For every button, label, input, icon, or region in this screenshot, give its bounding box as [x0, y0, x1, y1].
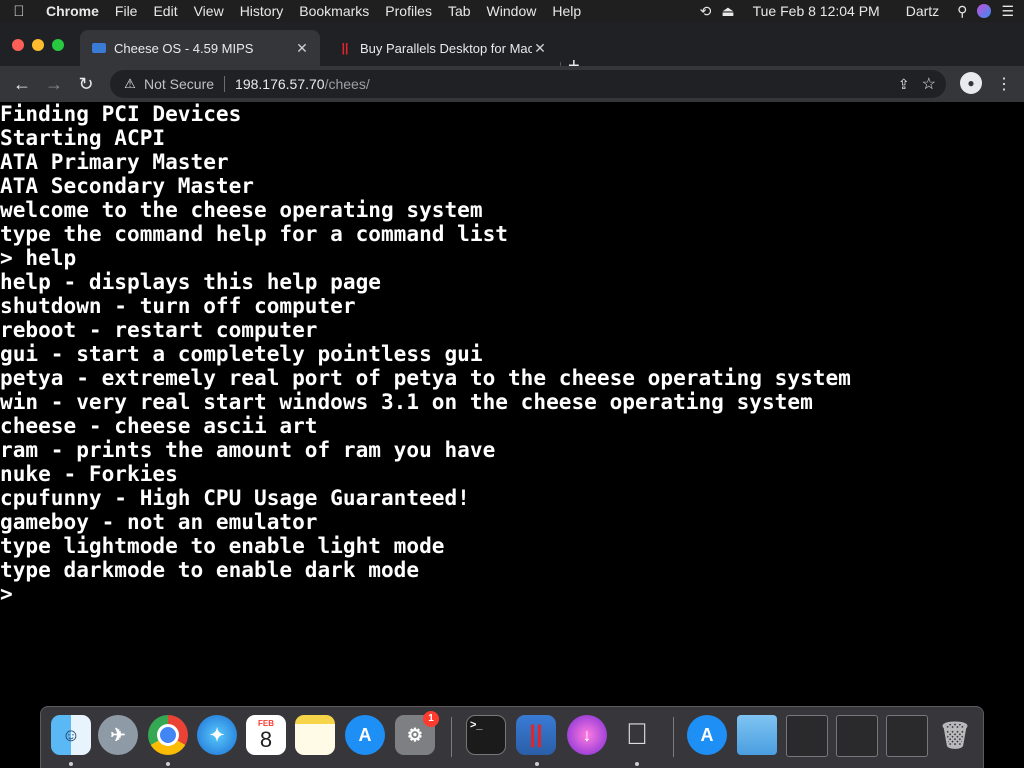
parallels-macos-icon[interactable]:  — [617, 715, 657, 755]
share-icon[interactable]: ⇪ — [898, 76, 910, 93]
calendar-day: 8 — [259, 726, 273, 752]
tab-parallels[interactable]: || Buy Parallels Desktop for Mac ✕ — [326, 30, 558, 66]
search-icon[interactable]: ⚲ — [957, 3, 967, 20]
more-menu-icon[interactable]: ⋮ — [996, 74, 1012, 94]
close-tab-icon[interactable]: ✕ — [294, 40, 310, 57]
launchpad-icon[interactable]: ✈ — [98, 715, 138, 755]
terminal-line: type darkmode to enable dark mode — [0, 557, 420, 582]
running-indicator — [535, 762, 539, 766]
menu-app-name[interactable]: Chrome — [38, 0, 107, 22]
terminal-line: petya - extremely real port of petya to … — [0, 365, 851, 390]
installer-icon[interactable]: ↓ — [567, 715, 607, 755]
terminal-line: help - displays this help page — [0, 269, 381, 294]
user-name[interactable]: Dartz — [898, 0, 947, 22]
menu-profiles[interactable]: Profiles — [377, 0, 440, 22]
window-thumbnail-icon[interactable] — [886, 715, 928, 757]
terminal-line: shutdown - turn off computer — [0, 293, 356, 318]
not-secure-label[interactable]: Not Secure — [144, 76, 214, 92]
parallels-windows-icon[interactable]: || — [516, 715, 556, 755]
terminal-line: Starting ACPI — [0, 125, 166, 150]
notes-icon[interactable] — [295, 715, 335, 755]
system-preferences-icon[interactable]: ⚙ 1 — [395, 711, 439, 755]
date-time[interactable]: Tue Feb 8 12:04 PM — [745, 0, 888, 22]
window-controls — [12, 39, 64, 51]
menu-history[interactable]: History — [232, 0, 292, 22]
dock-divider — [451, 717, 452, 757]
dock: ☺ ✈ ✦ FEB 8 A ⚙ 1 >_ || ↓  A 🗑 — [40, 706, 984, 768]
safari-icon[interactable]: ✦ — [197, 715, 237, 755]
terminal-line: ram - prints the amount of ram you have — [0, 437, 496, 462]
close-tab-icon[interactable]: ✕ — [532, 40, 548, 57]
menu-bookmarks[interactable]: Bookmarks — [291, 0, 377, 22]
window-thumbnail-icon[interactable] — [786, 715, 828, 757]
terminal-line: cheese - cheese ascii art — [0, 413, 318, 438]
terminal-prompt[interactable]: > — [0, 582, 1024, 606]
browser-toolbar: ← → ↻ ⚠ Not Secure 198.176.57.70/chees/ … — [0, 66, 1024, 102]
apple-menu-icon[interactable]:  — [0, 3, 38, 20]
terminal-line: ATA Secondary Master — [0, 173, 254, 198]
dock-divider — [673, 717, 674, 757]
terminal-line: welcome to the cheese operating system — [0, 197, 483, 222]
address-bar[interactable]: ⚠ Not Secure 198.176.57.70/chees/ ⇪ ☆ — [110, 70, 946, 98]
menu-bar:  Chrome File Edit View History Bookmark… — [0, 0, 1024, 22]
trash-icon[interactable]: 🗑 — [935, 715, 975, 755]
tab-title: Cheese OS - 4.59 MIPS — [114, 40, 254, 56]
siri-icon[interactable] — [977, 4, 992, 18]
terminal-line: type lightmode to enable light mode — [0, 533, 445, 558]
parallels-icon: || — [341, 41, 349, 55]
menu-view[interactable]: View — [186, 0, 232, 22]
terminal-line: > help — [0, 245, 77, 270]
url-path[interactable]: /chees/ — [325, 76, 370, 92]
zoom-window-button[interactable] — [52, 39, 64, 51]
monitor-icon — [92, 43, 106, 53]
close-window-button[interactable] — [12, 39, 24, 51]
app-store-download-icon[interactable]: A — [687, 715, 727, 755]
menu-file[interactable]: File — [107, 0, 146, 22]
terminal-line: gameboy - not an emulator — [0, 509, 318, 534]
terminal-line: cpufunny - High CPU Usage Guaranteed! — [0, 485, 470, 510]
menu-window[interactable]: Window — [479, 0, 545, 22]
eject-icon[interactable]: ⏏ — [721, 3, 734, 20]
terminal-line: type the command help for a command list — [0, 221, 508, 246]
terminal-screen[interactable]: Finding PCI Devices Starting ACPI ATA Pr… — [0, 102, 1024, 706]
back-arrow-icon[interactable]: ← — [6, 74, 38, 95]
profile-avatar-icon[interactable]: ● — [960, 72, 982, 94]
forward-arrow-icon[interactable]: → — [38, 74, 70, 95]
menu-tab[interactable]: Tab — [440, 0, 479, 22]
running-indicator — [69, 762, 73, 766]
menu-help[interactable]: Help — [544, 0, 589, 22]
tab-strip: Cheese OS - 4.59 MIPS ✕ || Buy Parallels… — [0, 22, 1024, 80]
tab-cheese-os[interactable]: Cheese OS - 4.59 MIPS ✕ — [80, 30, 320, 66]
omnibox-divider — [224, 76, 226, 92]
running-indicator — [635, 762, 639, 766]
bookmark-star-icon[interactable]: ☆ — [922, 74, 936, 94]
window-thumbnail-icon[interactable] — [836, 715, 878, 757]
terminal-line: Finding PCI Devices — [0, 101, 242, 126]
terminal-line: nuke - Forkies — [0, 461, 178, 486]
chrome-icon[interactable] — [148, 715, 188, 755]
terminal-line: reboot - restart computer — [0, 317, 318, 342]
terminal-line: ATA Primary Master — [0, 149, 229, 174]
app-store-icon[interactable]: A — [345, 715, 385, 755]
finder-icon[interactable]: ☺ — [51, 715, 91, 755]
terminal-icon[interactable]: >_ — [466, 715, 506, 755]
calendar-icon[interactable]: FEB 8 — [246, 715, 286, 755]
warning-icon[interactable]: ⚠ — [122, 76, 138, 92]
menu-edit[interactable]: Edit — [145, 0, 185, 22]
terminal-line: win - very real start windows 3.1 on the… — [0, 389, 813, 414]
terminal-line: gui - start a completely pointless gui — [0, 341, 483, 366]
control-center-icon[interactable]: ☰ — [1001, 3, 1014, 20]
minimize-window-button[interactable] — [32, 39, 44, 51]
reload-icon[interactable]: ↻ — [70, 74, 102, 95]
notification-badge: 1 — [423, 711, 439, 727]
folder-icon[interactable] — [737, 715, 777, 755]
running-indicator — [166, 762, 170, 766]
url-host[interactable]: 198.176.57.70 — [235, 76, 325, 92]
tab-title: Buy Parallels Desktop for Mac — [360, 40, 532, 56]
time-machine-icon[interactable]: ⟲ — [700, 3, 712, 20]
